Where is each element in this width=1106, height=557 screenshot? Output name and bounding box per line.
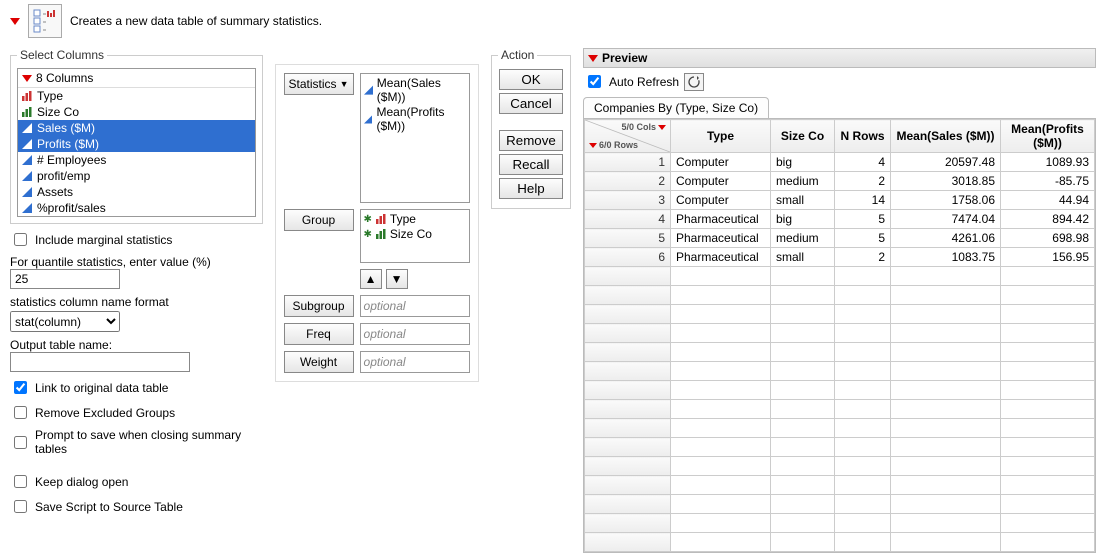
table-row xyxy=(585,362,1095,381)
table-row xyxy=(585,476,1095,495)
output-name-label: Output table name: xyxy=(10,338,263,352)
auto-refresh-label: Auto Refresh xyxy=(609,75,679,89)
action-legend: Action xyxy=(498,48,537,62)
remove-button[interactable]: Remove xyxy=(499,130,563,151)
colname-format-select[interactable]: stat(column) xyxy=(10,311,120,332)
output-name-input[interactable] xyxy=(10,352,190,372)
col-header[interactable]: Size Co xyxy=(771,120,835,153)
remove-excluded-checkbox[interactable] xyxy=(14,406,27,419)
include-marginal-label: Include marginal statistics xyxy=(35,233,172,247)
remove-excluded-label: Remove Excluded Groups xyxy=(35,406,175,420)
columns-count: 8 Columns xyxy=(36,71,93,85)
table-row[interactable]: 3Computersmall141758.0644.94 xyxy=(585,191,1095,210)
keep-open-label: Keep dialog open xyxy=(35,475,128,489)
column-item[interactable]: profit/emp xyxy=(18,168,255,184)
table-corner[interactable]: 5/0 Cols 6/0 Rows xyxy=(585,120,671,153)
auto-refresh-checkbox[interactable] xyxy=(588,75,601,88)
table-row[interactable]: 2Computermedium23018.85-85.75 xyxy=(585,172,1095,191)
table-row xyxy=(585,438,1095,457)
help-button[interactable]: Help xyxy=(499,178,563,199)
link-checkbox[interactable] xyxy=(14,381,27,394)
col-header[interactable]: Mean(Profits ($M)) xyxy=(1001,120,1095,153)
weight-button[interactable]: Weight xyxy=(284,351,354,373)
preview-tab[interactable]: Companies By (Type, Size Co) xyxy=(583,97,769,118)
move-up-button[interactable]: ▲ xyxy=(360,269,382,289)
preview-disclosure-icon[interactable] xyxy=(588,55,598,62)
table-row xyxy=(585,419,1095,438)
column-item[interactable]: # Employees xyxy=(18,152,255,168)
table-row xyxy=(585,305,1095,324)
select-columns-group: Select Columns 8 Columns TypeSize CoSale… xyxy=(10,48,263,224)
group-item[interactable]: ✱Size Co xyxy=(364,227,466,242)
subgroup-button[interactable]: Subgroup xyxy=(284,295,354,317)
column-item[interactable]: Size Co xyxy=(18,104,255,120)
subgroup-box[interactable]: optional xyxy=(360,295,470,317)
preview-table[interactable]: 5/0 Cols 6/0 Rows Type Size Co N Rows Me… xyxy=(584,119,1095,552)
col-header[interactable]: Mean(Sales ($M)) xyxy=(891,120,1001,153)
save-script-checkbox[interactable] xyxy=(14,500,27,513)
column-item[interactable]: Type xyxy=(18,88,255,104)
action-group: Action OK Cancel Remove Recall Help xyxy=(491,48,571,209)
col-header[interactable]: N Rows xyxy=(835,120,891,153)
weight-box[interactable]: optional xyxy=(360,351,470,373)
column-item[interactable]: Assets xyxy=(18,184,255,200)
table-row xyxy=(585,381,1095,400)
include-marginal-checkbox[interactable] xyxy=(14,233,27,246)
cancel-button[interactable]: Cancel xyxy=(499,93,563,114)
link-label: Link to original data table xyxy=(35,381,168,395)
table-row xyxy=(585,400,1095,419)
table-row xyxy=(585,267,1095,286)
roles-panel: Statistics▼ Mean(Sales ($M))Mean(Profits… xyxy=(275,64,479,382)
table-row xyxy=(585,286,1095,305)
table-row[interactable]: 6Pharmaceuticalsmall21083.75156.95 xyxy=(585,248,1095,267)
table-row[interactable]: 5Pharmaceuticalmedium54261.06698.98 xyxy=(585,229,1095,248)
prompt-save-checkbox[interactable] xyxy=(14,436,27,449)
column-item[interactable]: %profit/sales xyxy=(18,200,255,216)
table-row xyxy=(585,324,1095,343)
group-button[interactable]: Group xyxy=(284,209,354,231)
freq-box[interactable]: optional xyxy=(360,323,470,345)
select-columns-legend: Select Columns xyxy=(17,48,107,62)
statistics-button[interactable]: Statistics▼ xyxy=(284,73,354,95)
table-row xyxy=(585,533,1095,552)
quantile-input[interactable] xyxy=(10,269,120,289)
refresh-icon[interactable] xyxy=(684,73,704,91)
table-row xyxy=(585,457,1095,476)
summary-icon xyxy=(28,4,62,38)
quantile-label: For quantile statistics, enter value (%) xyxy=(10,255,263,269)
ok-button[interactable]: OK xyxy=(499,69,563,90)
prompt-save-label: Prompt to save when closing summary tabl… xyxy=(35,428,263,456)
table-row xyxy=(585,514,1095,533)
statistics-item[interactable]: Mean(Sales ($M)) xyxy=(364,76,466,105)
preview-title: Preview xyxy=(602,51,647,65)
description-text: Creates a new data table of summary stat… xyxy=(70,14,322,28)
table-row xyxy=(585,343,1095,362)
freq-button[interactable]: Freq xyxy=(284,323,354,345)
keep-open-checkbox[interactable] xyxy=(14,475,27,488)
group-item[interactable]: ✱Type xyxy=(364,212,466,227)
save-script-label: Save Script to Source Table xyxy=(35,500,183,514)
preview-panel: Preview Auto Refresh Companies By (Type,… xyxy=(583,48,1096,553)
column-item[interactable]: Sales ($M) xyxy=(18,120,255,136)
disclosure-icon[interactable] xyxy=(10,18,20,25)
statistics-box[interactable]: Mean(Sales ($M))Mean(Profits ($M)) xyxy=(360,73,470,203)
col-header[interactable]: Type xyxy=(671,120,771,153)
table-row[interactable]: 1Computerbig420597.481089.93 xyxy=(585,153,1095,172)
move-down-button[interactable]: ▼ xyxy=(386,269,408,289)
table-row[interactable]: 4Pharmaceuticalbig57474.04894.42 xyxy=(585,210,1095,229)
column-item[interactable]: Profits ($M) xyxy=(18,136,255,152)
group-box[interactable]: ✱Type✱Size Co xyxy=(360,209,470,263)
columns-disclosure-icon[interactable] xyxy=(22,75,32,82)
columns-listbox[interactable]: 8 Columns TypeSize CoSales ($M)Profits (… xyxy=(17,68,256,217)
colname-format-label: statistics column name format xyxy=(10,295,263,309)
recall-button[interactable]: Recall xyxy=(499,154,563,175)
table-row xyxy=(585,495,1095,514)
statistics-item[interactable]: Mean(Profits ($M)) xyxy=(364,105,466,134)
